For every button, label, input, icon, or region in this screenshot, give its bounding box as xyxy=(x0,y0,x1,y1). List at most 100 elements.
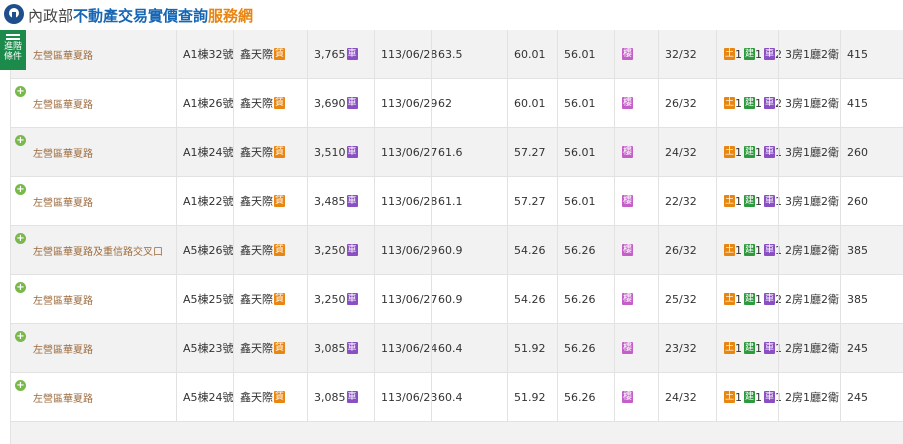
layout-cell: 3房1廳2衛 xyxy=(778,30,840,78)
main-area-cell-text: 60.01 xyxy=(514,96,546,110)
community-cell-text: 鑫天際 xyxy=(240,97,273,110)
land-count-badge: 土 xyxy=(724,48,735,60)
unit-cell: A5棟23號 xyxy=(176,324,234,372)
advanced-filter-button[interactable]: 進階 條件 xyxy=(0,30,26,70)
price-cell: 3,510 車 xyxy=(307,128,374,176)
address-cell: 左營區華夏路 xyxy=(11,128,176,176)
building-count-badge: 建 xyxy=(744,293,755,305)
community-cell: 鑫天際賃 xyxy=(233,373,307,421)
floor-badge: 樓 xyxy=(622,244,633,256)
car-count-badge: 車 xyxy=(764,48,775,60)
title-main: 不動產交易實價查詢 xyxy=(73,7,209,25)
price-cell-text: 3,690 xyxy=(314,96,346,110)
floor-cell-text: 32/32 xyxy=(665,47,697,61)
floor-cell-text: 22/32 xyxy=(665,194,697,208)
building-count: 1 xyxy=(755,145,762,159)
address-cell-text: 左營區華夏路 xyxy=(33,197,93,209)
ratio-cell-text: 56.26 xyxy=(564,292,596,306)
land-count-badge: 土 xyxy=(724,342,735,354)
price-cell-text: 3,250 xyxy=(314,292,346,306)
land-count: 1 xyxy=(735,194,742,208)
ratio-cell-text: 56.26 xyxy=(564,341,596,355)
car-badge: 車 xyxy=(346,342,358,354)
date-cell: 113/06/29 xyxy=(374,79,437,127)
floor-cell-text: 23/32 xyxy=(665,341,697,355)
community-cell-text: 鑫天際 xyxy=(240,342,273,355)
ratio-cell: 56.01 xyxy=(557,177,614,225)
unit-cell: A1棟22號 xyxy=(176,177,234,225)
table-row[interactable]: + 左營區華夏路 A1棟26號 鑫天際賃 3,690 車 113/06/29 62 60.01 5… xyxy=(10,79,903,128)
transaction-table: 左營區華夏路 A1棟32號 鑫天際賃 3,765 車 113/06/28 63.5 60.01… xyxy=(10,30,903,444)
ratio-cell: 56.26 xyxy=(557,324,614,372)
layout-cell-text: 3房1廳2衛 xyxy=(785,195,839,208)
unit-cell-text: A5棟23號 xyxy=(183,342,234,355)
floor-cell: 23/32 xyxy=(658,324,716,372)
date-cell: 113/06/28 xyxy=(374,30,437,78)
price-cell-text: 3,765 xyxy=(314,47,346,61)
table-row[interactable]: + 左營區華夏路 A5棟23號 鑫天際賃 3,085 車 113/06/24 60.4 51.9… xyxy=(10,324,903,373)
table-row[interactable]: 左營區華夏路 A1棟32號 鑫天際賃 3,765 車 113/06/28 63.5 60.01… xyxy=(10,30,903,79)
floor-cell: 22/32 xyxy=(658,177,716,225)
lot-cell: 土1建1車1 xyxy=(716,324,782,372)
floor-badge: 樓 xyxy=(622,146,633,158)
site-title[interactable]: 內政部不動產交易實價查詢服務網 xyxy=(28,5,253,26)
date-cell: 113/06/29 xyxy=(374,226,437,274)
community-cell-text: 鑫天際 xyxy=(240,293,273,306)
unit-price-cell-text: 385 xyxy=(847,243,868,257)
floor-badge: 樓 xyxy=(622,391,633,403)
date-cell-text: 113/06/23 xyxy=(381,390,438,404)
address-cell-text: 左營區華夏路 xyxy=(33,50,93,62)
area-cell: 60.9 xyxy=(431,226,507,274)
lot-cell: 土1建1車1 xyxy=(716,128,782,176)
ratio-cell-text: 56.26 xyxy=(564,390,596,404)
table-row[interactable]: + 左營區華夏路 A5棟25號 鑫天際賃 3,250 車 113/06/27 60.9 54.2… xyxy=(10,275,903,324)
main-area-cell-text: 51.92 xyxy=(514,390,546,404)
building-count-badge: 建 xyxy=(744,146,755,158)
unit-price-cell-text: 245 xyxy=(847,341,868,355)
area-cell: 60.9 xyxy=(431,275,507,323)
unit-cell: A5棟25號 xyxy=(176,275,234,323)
type-cell: 樓 xyxy=(614,30,658,78)
floor-badge: 樓 xyxy=(622,48,633,60)
main-area-cell-text: 54.26 xyxy=(514,292,546,306)
date-cell-text: 113/06/24 xyxy=(381,341,438,355)
community-cell-text: 鑫天際 xyxy=(240,146,273,159)
table-row[interactable]: + 左營區華夏路 A5棟24號 鑫天際賃 3,085 車 113/06/23 60.4 51.9… xyxy=(10,373,903,422)
community-cell: 鑫天際賃 xyxy=(233,128,307,176)
date-cell: 113/06/27 xyxy=(374,275,437,323)
unit-cell: A1棟32號 xyxy=(176,30,234,78)
community-cell: 鑫天際賃 xyxy=(233,79,307,127)
price-cell: 3,250 車 xyxy=(307,275,374,323)
address-cell: 左營區華夏路及重信路交叉口 xyxy=(11,226,176,274)
car-badge: 車 xyxy=(346,146,358,158)
layout-cell: 3房1廳2衛 xyxy=(778,79,840,127)
ratio-cell: 56.01 xyxy=(557,128,614,176)
table-row[interactable]: + 左營區華夏路 A1棟22號 鑫天際賃 3,485 車 113/06/28 61.1 57.2… xyxy=(10,177,903,226)
area-cell: 61.6 xyxy=(431,128,507,176)
unit-price-cell: 385 xyxy=(840,226,903,274)
address-cell-text: 左營區華夏路 xyxy=(33,148,93,160)
date-cell-text: 113/06/29 xyxy=(381,96,438,110)
area-cell-text: 61.1 xyxy=(438,194,463,208)
layout-cell-text: 2房1廳2衛 xyxy=(785,244,839,257)
unit-cell: A5棟24號 xyxy=(176,373,234,421)
table-row[interactable]: + 左營區華夏路及重信路交叉口 A5棟26號 鑫天際賃 3,250 車 113/06/29 6… xyxy=(10,226,903,275)
layout-cell: 2房1廳2衛 xyxy=(778,226,840,274)
layout-cell-text: 2房1廳2衛 xyxy=(785,391,839,404)
area-cell-text: 60.9 xyxy=(438,292,463,306)
area-cell: 60.4 xyxy=(431,324,507,372)
building-count-badge: 建 xyxy=(744,195,755,207)
unit-price-cell: 245 xyxy=(840,373,903,421)
community-cell: 鑫天際賃 xyxy=(233,30,307,78)
address-cell-text: 左營區華夏路 xyxy=(33,393,93,405)
car-count-badge: 車 xyxy=(764,342,775,354)
filter-sliders-icon xyxy=(6,33,20,41)
land-count-badge: 土 xyxy=(724,146,735,158)
floor-cell: 26/32 xyxy=(658,79,716,127)
lease-badge: 賃 xyxy=(274,342,285,354)
price-cell-text: 3,085 xyxy=(314,341,346,355)
table-row[interactable]: + 左營區華夏路 A1棟24號 鑫天際賃 3,510 車 113/06/27 61.6 57.2… xyxy=(10,128,903,177)
type-cell: 樓 xyxy=(614,373,658,421)
unit-cell-text: A1棟32號 xyxy=(183,48,234,61)
unit-cell-text: A1棟24號 xyxy=(183,146,234,159)
